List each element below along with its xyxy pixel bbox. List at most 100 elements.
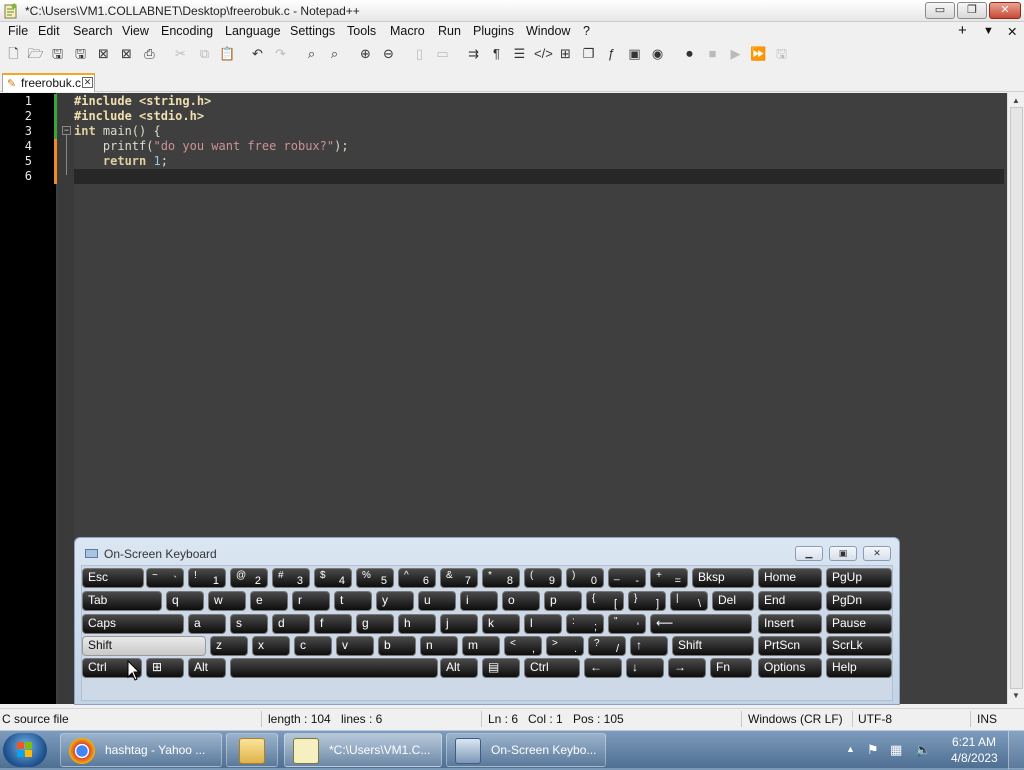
menu-file[interactable]: File <box>8 24 28 38</box>
key-w[interactable]: w <box>208 591 246 611</box>
paste-icon[interactable]: 📋 <box>219 45 236 62</box>
key-help[interactable]: Help <box>826 658 892 678</box>
run-macro-multiple-icon[interactable]: ⏩ <box>750 45 767 62</box>
key-5[interactable]: % 5 <box>356 568 394 588</box>
tab-close-icon[interactable]: ✕ <box>82 77 93 88</box>
key-u[interactable]: u <box>418 591 456 611</box>
key-alt[interactable]: Alt <box>188 658 226 678</box>
key-v[interactable]: v <box>336 636 374 656</box>
close-doc-icon[interactable]: ✕ <box>1007 24 1017 39</box>
word-wrap-icon[interactable]: ⇉ <box>465 45 482 62</box>
menu-view[interactable]: View <box>122 24 149 38</box>
key-9[interactable]: (9 <box>524 568 562 588</box>
key-scrlk[interactable]: ScrLk <box>826 636 892 656</box>
key-symbol[interactable]: }] <box>628 591 666 611</box>
monitoring-icon[interactable]: ◉ <box>649 45 666 62</box>
key-symbol[interactable]: | \ <box>670 591 708 611</box>
fold-toggle-icon[interactable]: − <box>62 126 71 135</box>
save-icon[interactable]: 🖫 <box>49 45 66 62</box>
open-file-icon[interactable]: 🗁 <box>27 45 44 62</box>
key-symbol[interactable]: ↑ <box>630 636 668 656</box>
key-0[interactable]: ) 0 <box>566 568 604 588</box>
minimize-button[interactable]: ▭ <box>925 2 955 19</box>
key-l[interactable]: l <box>524 614 562 634</box>
key-symbol[interactable]: >. <box>546 636 584 656</box>
function-list-icon[interactable]: ƒ <box>603 45 620 62</box>
key-c[interactable]: c <box>294 636 332 656</box>
key-h[interactable]: h <box>398 614 436 634</box>
key-s[interactable]: s <box>230 614 268 634</box>
key-shift[interactable]: Shift <box>82 636 206 656</box>
code-line[interactable]: #include <stdio.h> <box>74 109 204 124</box>
key-symbol[interactable]: _ - <box>608 568 646 588</box>
menu-plugins[interactable]: Plugins <box>473 24 514 38</box>
menu-macro[interactable]: Macro <box>390 24 425 38</box>
tab-freerobuk[interactable]: ✎ freerobuk.c ✕ <box>2 73 95 92</box>
close-file-icon[interactable]: ⊠ <box>95 45 112 62</box>
key-symbol[interactable]: ? / <box>588 636 626 656</box>
close-button[interactable]: ✕ <box>989 2 1021 19</box>
save-all-icon[interactable]: 🖫 <box>72 45 89 62</box>
key-i[interactable]: i <box>460 591 498 611</box>
key-e[interactable]: e <box>250 591 288 611</box>
key-symbol[interactable]: :; <box>566 614 604 634</box>
key-bksp[interactable]: Bksp <box>692 568 754 588</box>
key-x[interactable]: x <box>252 636 290 656</box>
key-symbol[interactable]: {[ <box>586 591 624 611</box>
system-clock[interactable]: 6:21 AM 4/8/2023 <box>951 734 998 766</box>
key-caps[interactable]: Caps <box>82 614 184 634</box>
scroll-up-icon[interactable]: ▲ <box>1012 96 1020 105</box>
key-k[interactable]: k <box>482 614 520 634</box>
osk-minimize-button[interactable]: ▁ <box>795 546 823 561</box>
copy-icon[interactable]: ⧉ <box>196 45 213 62</box>
key-b[interactable]: b <box>378 636 416 656</box>
key-6[interactable]: ^ 6 <box>398 568 436 588</box>
key-shift[interactable]: Shift <box>672 636 754 656</box>
key-symbol[interactable]: ~ ` <box>146 568 184 588</box>
key-g[interactable]: g <box>356 614 394 634</box>
key-pgup[interactable]: PgUp <box>826 568 892 588</box>
undo-icon[interactable]: ↶ <box>249 45 266 62</box>
key-symbol[interactable]: " ' <box>608 614 646 634</box>
key-r[interactable]: r <box>292 591 330 611</box>
key-tab[interactable]: Tab <box>82 591 162 611</box>
key-options[interactable]: Options <box>758 658 822 678</box>
sync-horizontal-icon[interactable]: ▭ <box>434 45 451 62</box>
folder-workspace-icon[interactable]: ▣ <box>626 45 643 62</box>
close-all-icon[interactable]: ⊠ <box>118 45 135 62</box>
show-all-chars-icon[interactable]: ¶ <box>488 45 505 62</box>
key-4[interactable]: $4 <box>314 568 352 588</box>
menu-search[interactable]: Search <box>73 24 113 38</box>
key-pause[interactable]: Pause <box>826 614 892 634</box>
cut-icon[interactable]: ✂ <box>172 45 189 62</box>
show-hidden-icons-icon[interactable]: ▲ <box>846 744 855 754</box>
taskbar-osk[interactable]: On-Screen Keybo... <box>446 733 606 767</box>
key-a[interactable]: a <box>188 614 226 634</box>
key-o[interactable]: o <box>502 591 540 611</box>
key-d[interactable]: d <box>272 614 310 634</box>
key-f[interactable]: f <box>314 614 352 634</box>
key-fn[interactable]: Fn <box>710 658 752 678</box>
key-symbol[interactable]: ⊞ <box>146 658 184 678</box>
key-home[interactable]: Home <box>758 568 822 588</box>
key-end[interactable]: End <box>758 591 822 611</box>
scroll-down-icon[interactable]: ▼ <box>1012 691 1020 700</box>
key-t[interactable]: t <box>334 591 372 611</box>
key-3[interactable]: #3 <box>272 568 310 588</box>
show-desktop-button[interactable] <box>1008 731 1024 769</box>
key-1[interactable]: ! 1 <box>188 568 226 588</box>
action-center-flag-icon[interactable]: ⚑ <box>867 742 879 758</box>
scroll-thumb[interactable] <box>1010 107 1023 689</box>
stop-macro-icon[interactable]: ■ <box>704 45 721 62</box>
redo-icon[interactable]: ↷ <box>272 45 289 62</box>
sync-vertical-icon[interactable]: ▯ <box>411 45 428 62</box>
menu-window[interactable]: Window <box>526 24 570 38</box>
key-symbol[interactable]: ▤ <box>482 658 520 678</box>
document-list-icon[interactable]: ❐ <box>580 45 597 62</box>
key-alt[interactable]: Alt <box>440 658 478 678</box>
xml-tag-icon[interactable]: </> <box>534 45 553 62</box>
save-macro-icon[interactable]: 🖫 <box>773 45 790 62</box>
menu-encoding[interactable]: Encoding <box>161 24 213 38</box>
volume-muted-icon[interactable]: 🔈 <box>915 742 931 758</box>
code-line[interactable]: return 1; <box>74 154 168 169</box>
